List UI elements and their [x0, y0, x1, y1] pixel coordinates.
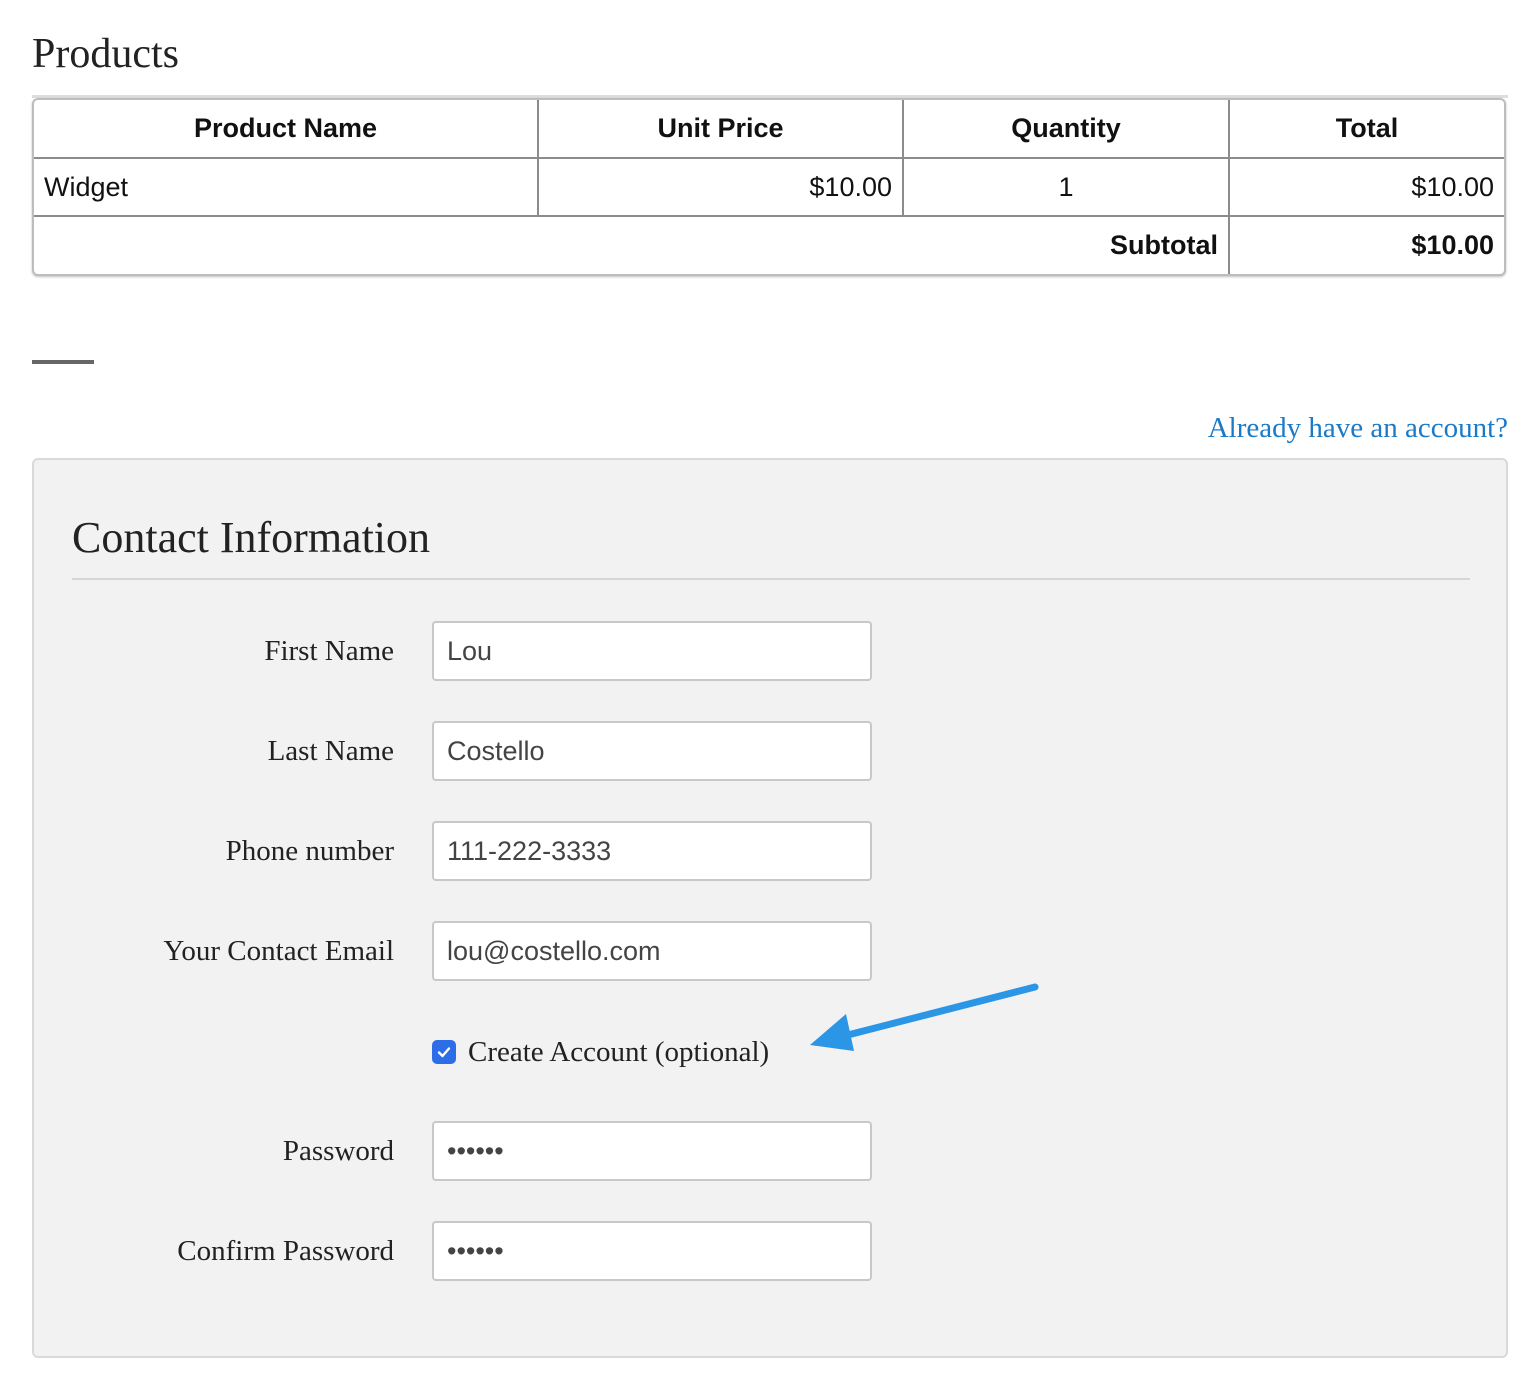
cell-quantity: 1 [902, 157, 1230, 217]
column-header-quantity: Quantity [902, 100, 1230, 159]
arrow-icon [810, 983, 1039, 1051]
cell-total: $10.00 [1228, 157, 1504, 217]
cell-product-name: Widget [34, 157, 539, 217]
create-account-row[interactable]: Create Account (optional) [432, 1034, 769, 1070]
last-name-input[interactable] [432, 721, 872, 781]
create-account-checkbox[interactable] [432, 1040, 456, 1064]
phone-number-input[interactable] [432, 821, 872, 881]
check-icon [437, 1047, 451, 1058]
password-label: Password [282, 1135, 394, 1167]
column-header-total: Total [1228, 100, 1504, 159]
first-name-input[interactable] [432, 621, 872, 681]
section-separator [32, 360, 94, 364]
confirm-password-input[interactable] [432, 1221, 872, 1281]
table-header-row: Product Name Unit Price Quantity Total [34, 100, 1504, 159]
last-name-row: Last Name [34, 721, 934, 781]
contact-email-row: Your Contact Email [34, 921, 934, 981]
column-header-product-name: Product Name [34, 100, 539, 159]
password-input[interactable] [432, 1121, 872, 1181]
products-table: Product Name Unit Price Quantity Total W… [34, 100, 1504, 274]
already-have-account-link[interactable]: Already have an account? [1208, 412, 1508, 445]
phone-number-label: Phone number [225, 835, 394, 867]
subtotal-value: $10.00 [1228, 215, 1504, 274]
column-header-unit-price: Unit Price [537, 100, 904, 159]
phone-number-row: Phone number [34, 821, 934, 881]
first-name-row: First Name [34, 621, 934, 681]
password-row: Password [34, 1121, 934, 1181]
products-table-container: Product Name Unit Price Quantity Total W… [32, 98, 1506, 276]
products-title: Products [32, 31, 179, 77]
table-row: Widget $10.00 1 $10.00 [34, 157, 1504, 217]
contact-information-panel: Contact Information First Name Last Name… [32, 458, 1508, 1358]
subtotal-row: Subtotal $10.00 [34, 215, 1504, 274]
contact-information-title: Contact Information [72, 513, 431, 562]
first-name-label: First Name [264, 635, 394, 667]
cell-unit-price: $10.00 [537, 157, 904, 217]
contact-title-divider [72, 578, 1470, 580]
last-name-label: Last Name [267, 735, 394, 767]
contact-email-input[interactable] [432, 921, 872, 981]
subtotal-label: Subtotal [34, 215, 1230, 274]
confirm-password-label: Confirm Password [177, 1235, 394, 1267]
create-account-label[interactable]: Create Account (optional) [468, 1036, 769, 1069]
contact-email-label: Your Contact Email [163, 935, 394, 967]
confirm-password-row: Confirm Password [34, 1221, 934, 1281]
